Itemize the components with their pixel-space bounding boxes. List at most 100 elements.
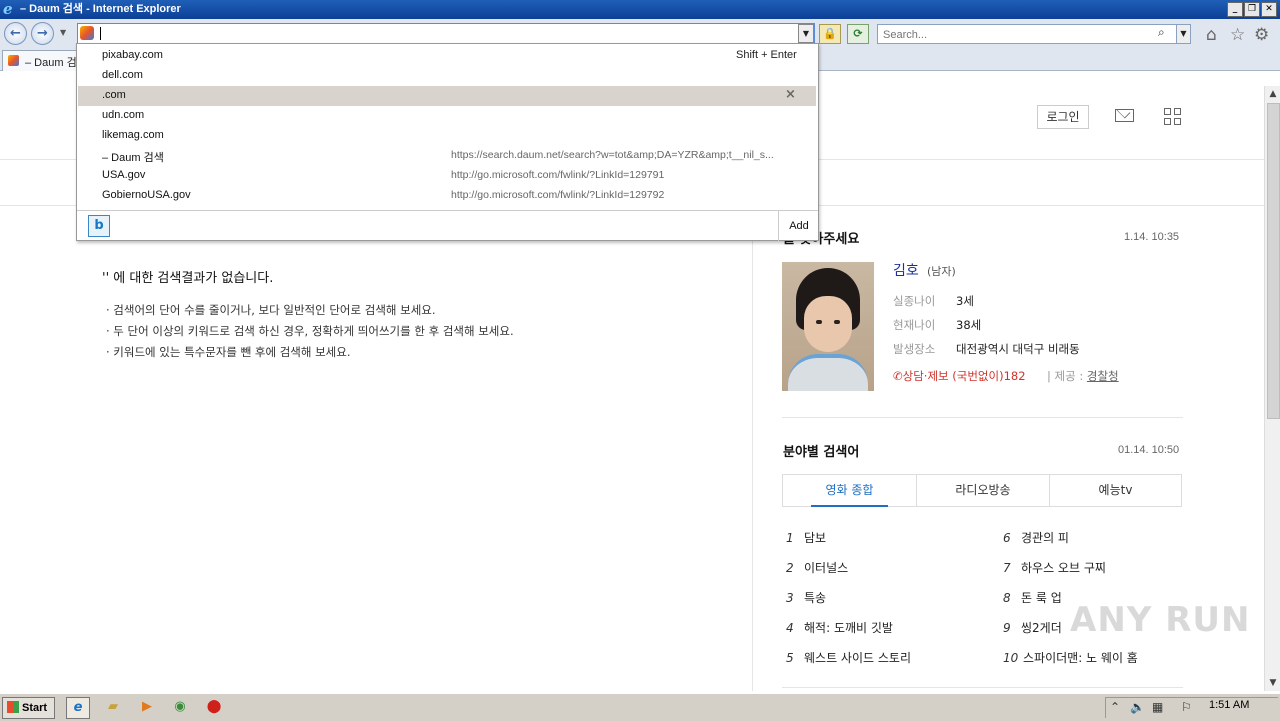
taskbar: Start e ▰ ▶ ◉ ⬤ ⌃ 🔈 ▦ ⚐ 1:51 AM: [0, 693, 1280, 721]
keyword-item[interactable]: 6 경관의 피: [1003, 529, 1069, 546]
address-bar[interactable]: [77, 23, 815, 44]
daum-favicon-icon: [8, 55, 19, 66]
keyword-item[interactable]: 1 담보: [786, 529, 826, 546]
keyword-item[interactable]: 4 해적: 도깨비 깃발: [786, 619, 893, 636]
explorer-folder-icon[interactable]: ▰: [102, 697, 124, 717]
close-button[interactable]: ✕: [1261, 2, 1277, 17]
keyword-item[interactable]: 7 하우스 오브 구찌: [1003, 559, 1106, 576]
site-favicon-icon: [80, 26, 94, 40]
recent-pages-dropdown[interactable]: ▼: [60, 28, 66, 37]
location-value: 대전광역시 대덕구 비래동: [956, 342, 1080, 356]
media-player-icon[interactable]: ▶: [136, 697, 158, 717]
autocomplete-footer: b Add: [77, 210, 818, 241]
current-age-value: 38세: [956, 318, 982, 332]
keyword-item[interactable]: 8돈 룩 업: [1003, 589, 1062, 606]
scroll-up-arrow[interactable]: ▲: [1265, 86, 1280, 102]
tools-gear-icon[interactable]: ⚙: [1254, 25, 1269, 45]
chrome-icon[interactable]: ◉: [169, 697, 191, 717]
lock-icon[interactable]: 🔒: [819, 24, 841, 44]
delete-suggestion-icon[interactable]: ×: [785, 87, 796, 102]
window-title: – Daum 검색 - Internet Explorer: [20, 3, 181, 15]
system-tray: ⌃ 🔈 ▦ ⚐: [1105, 697, 1278, 718]
clock: 1:51 AM: [1209, 699, 1250, 711]
scroll-thumb[interactable]: [1267, 103, 1280, 419]
add-search-provider-button[interactable]: Add: [778, 211, 819, 241]
tray-expand-icon[interactable]: ⌃: [1110, 700, 1120, 714]
search-provider-dropdown[interactable]: ▼: [1176, 24, 1191, 44]
ie-taskbar-icon[interactable]: e: [66, 697, 90, 719]
favorite-item[interactable]: USA.gov http://go.microsoft.com/fwlink/?…: [78, 166, 816, 186]
history-item[interactable]: – Daum 검색 https://search.daum.net/search…: [78, 146, 816, 166]
suggestion-item-selected[interactable]: .com ×: [78, 86, 816, 106]
missing-age-value: 3세: [956, 294, 974, 308]
search-box[interactable]: ⌕: [877, 24, 1179, 44]
provider-label: 제공 :: [1054, 369, 1087, 383]
section-divider: [782, 687, 1183, 688]
provider-link[interactable]: 경찰청: [1087, 369, 1119, 383]
forward-button[interactable]: →: [31, 22, 54, 45]
missing-age-label: 실종나이: [893, 294, 936, 308]
missing-child-name[interactable]: 김호: [893, 260, 919, 280]
keywords-time: 01.14. 10:50: [1118, 444, 1180, 456]
report-phone-text: 상담·제보 (국번없이)182: [902, 369, 1026, 383]
tab-radio[interactable]: 라디오방송: [917, 475, 1049, 506]
start-button[interactable]: Start: [2, 697, 55, 719]
login-button[interactable]: 로그인: [1037, 105, 1089, 129]
current-age-label: 현재나이: [893, 318, 936, 332]
volume-icon[interactable]: 🔈: [1130, 700, 1145, 714]
mail-icon[interactable]: [1115, 109, 1134, 122]
opera-icon[interactable]: ⬤: [203, 697, 225, 717]
minimize-button[interactable]: _: [1227, 2, 1243, 17]
search-tips: · 검색어의 단어 수를 줄이거나, 보다 일반적인 단어로 검색해 보세요. …: [106, 300, 514, 363]
keywords-title: 분야별 검색어: [783, 445, 860, 460]
ie-icon: e: [3, 0, 13, 18]
tab-label: – Daum 검: [25, 57, 77, 69]
column-divider: [752, 205, 753, 691]
favorites-star-icon[interactable]: ☆: [1230, 25, 1245, 45]
search-tip: · 두 단어 이상의 키워드로 검색 하신 경우, 정확하게 띄어쓰기를 한 후…: [106, 324, 514, 338]
section-divider: [782, 417, 1183, 418]
keyword-item[interactable]: 9 씽2게더: [1003, 619, 1062, 636]
watermark-text: ANY RUN: [1070, 600, 1251, 640]
refresh-button[interactable]: ⟳: [847, 24, 869, 44]
keyword-item[interactable]: 10 스파이더맨: 노 웨이 홈: [1003, 649, 1138, 666]
keyword-tabs: 영화 종합 라디오방송 예능tv: [782, 474, 1182, 507]
address-dropdown-button[interactable]: ▼: [798, 24, 814, 43]
location-label: 발생장소: [893, 342, 936, 356]
tab-movie[interactable]: 영화 종합: [783, 475, 916, 507]
search-tip: · 검색어의 단어 수를 줄이거나, 보다 일반적인 단어로 검색해 보세요.: [106, 303, 436, 317]
scroll-down-arrow[interactable]: ▼: [1265, 675, 1280, 691]
missing-child-time: 1.14. 10:35: [1124, 231, 1180, 243]
missing-child-photo[interactable]: [782, 262, 874, 391]
action-center-flag-icon[interactable]: ⚐: [1181, 700, 1192, 714]
back-button[interactable]: ←: [4, 22, 27, 45]
shortcut-hint: Shift + Enter: [736, 49, 797, 61]
windows-logo-icon: [7, 701, 19, 713]
report-phone: ✆상담·제보 (국번없이)182: [893, 368, 1026, 384]
no-result-message: '' 에 대한 검색결과가 없습니다.: [102, 271, 274, 286]
network-icon[interactable]: ▦: [1152, 700, 1163, 714]
vertical-scrollbar[interactable]: ▲ ▼: [1264, 86, 1280, 691]
tab-variety-tv[interactable]: 예능tv: [1050, 475, 1181, 506]
app-grid-icon[interactable]: [1164, 108, 1182, 126]
search-input[interactable]: [881, 26, 1155, 43]
provider-info: | 제공 : 경찰청: [1047, 369, 1119, 383]
keyword-item[interactable]: 5 웨스트 사이드 스토리: [786, 649, 911, 666]
search-tip: · 키워드에 있는 특수문자를 뺀 후에 검색해 보세요.: [106, 345, 351, 359]
phone-icon: ✆: [893, 369, 903, 383]
window-title-bar: e – Daum 검색 - Internet Explorer _ ❐ ✕: [0, 0, 1280, 19]
keyword-item[interactable]: 2 이터널스: [786, 559, 848, 576]
restore-button[interactable]: ❐: [1244, 2, 1260, 17]
suggestion-item[interactable]: udn.com: [78, 106, 816, 126]
magnifier-icon[interactable]: ⌕: [1158, 25, 1165, 40]
favorite-item[interactable]: GobiernoUSA.gov http://go.microsoft.com/…: [78, 186, 816, 206]
tab-daum-search[interactable]: – Daum 검: [2, 50, 78, 71]
keyword-item[interactable]: 3 특송: [786, 589, 826, 606]
suggestion-item[interactable]: pixabay.com Shift + Enter: [78, 46, 816, 66]
missing-child-gender: (남자): [927, 265, 956, 278]
suggestion-item[interactable]: dell.com: [78, 66, 816, 86]
suggestion-item[interactable]: likemag.com: [78, 126, 816, 146]
home-icon[interactable]: ⌂: [1206, 25, 1217, 45]
text-cursor: [100, 27, 101, 40]
bing-icon[interactable]: b: [88, 215, 110, 237]
